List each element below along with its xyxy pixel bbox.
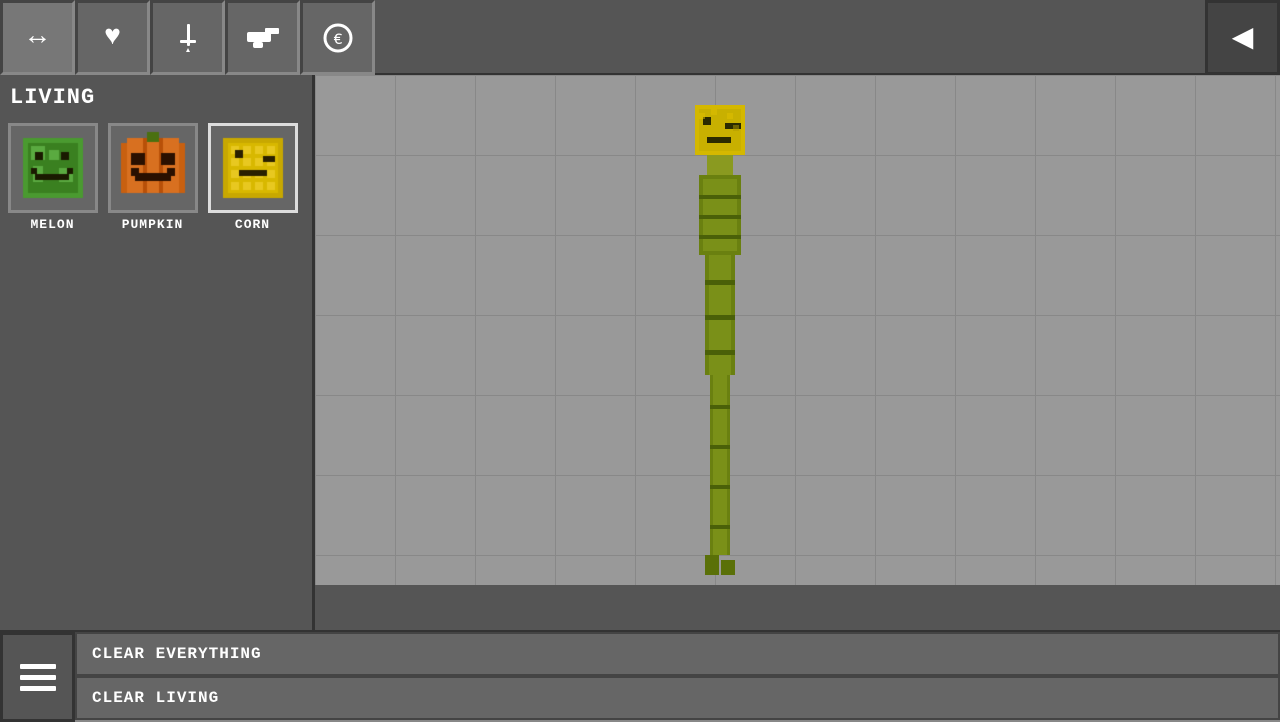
bottom-bar: CLEAR EVERYTHING CLEAR LIVING [0,630,1280,720]
toolbar: ↔ ♥ € ◀ [0,0,1280,75]
extra-button[interactable]: € [300,0,375,75]
item-pumpkin[interactable]: PUMPKIN [105,123,200,232]
svg-text:€: € [333,31,343,49]
gun-button[interactable] [225,0,300,75]
items-grid: MELON PUMPKIN CORN [0,118,312,237]
corn-icon-box [208,123,298,213]
item-melon[interactable]: MELON [5,123,100,232]
clear-everything-button[interactable]: CLEAR EVERYTHING [75,632,1280,676]
clear-living-button[interactable]: CLEAR LIVING [75,676,1280,720]
main-area: LIVING MELON PUMPKIN CORN [0,75,1280,630]
menu-icon-button[interactable] [0,632,75,722]
item-corn[interactable]: CORN [205,123,300,232]
sidebar: LIVING MELON PUMPKIN CORN [0,75,315,630]
pumpkin-label: PUMPKIN [122,217,184,232]
sidebar-spacer [0,237,312,630]
sword-button[interactable] [150,0,225,75]
clear-buttons: CLEAR EVERYTHING CLEAR LIVING [75,632,1280,720]
viewport[interactable] [315,75,1280,630]
melon-icon-box [8,123,98,213]
melon-label: MELON [30,217,74,232]
back-button[interactable]: ↔ [0,0,75,75]
sidebar-title: LIVING [0,75,312,118]
corn-character [675,105,765,585]
pumpkin-icon-box [108,123,198,213]
health-button[interactable]: ♥ [75,0,150,75]
collapse-button[interactable]: ◀ [1205,0,1280,75]
ground [315,585,1280,630]
corn-label: CORN [235,217,270,232]
